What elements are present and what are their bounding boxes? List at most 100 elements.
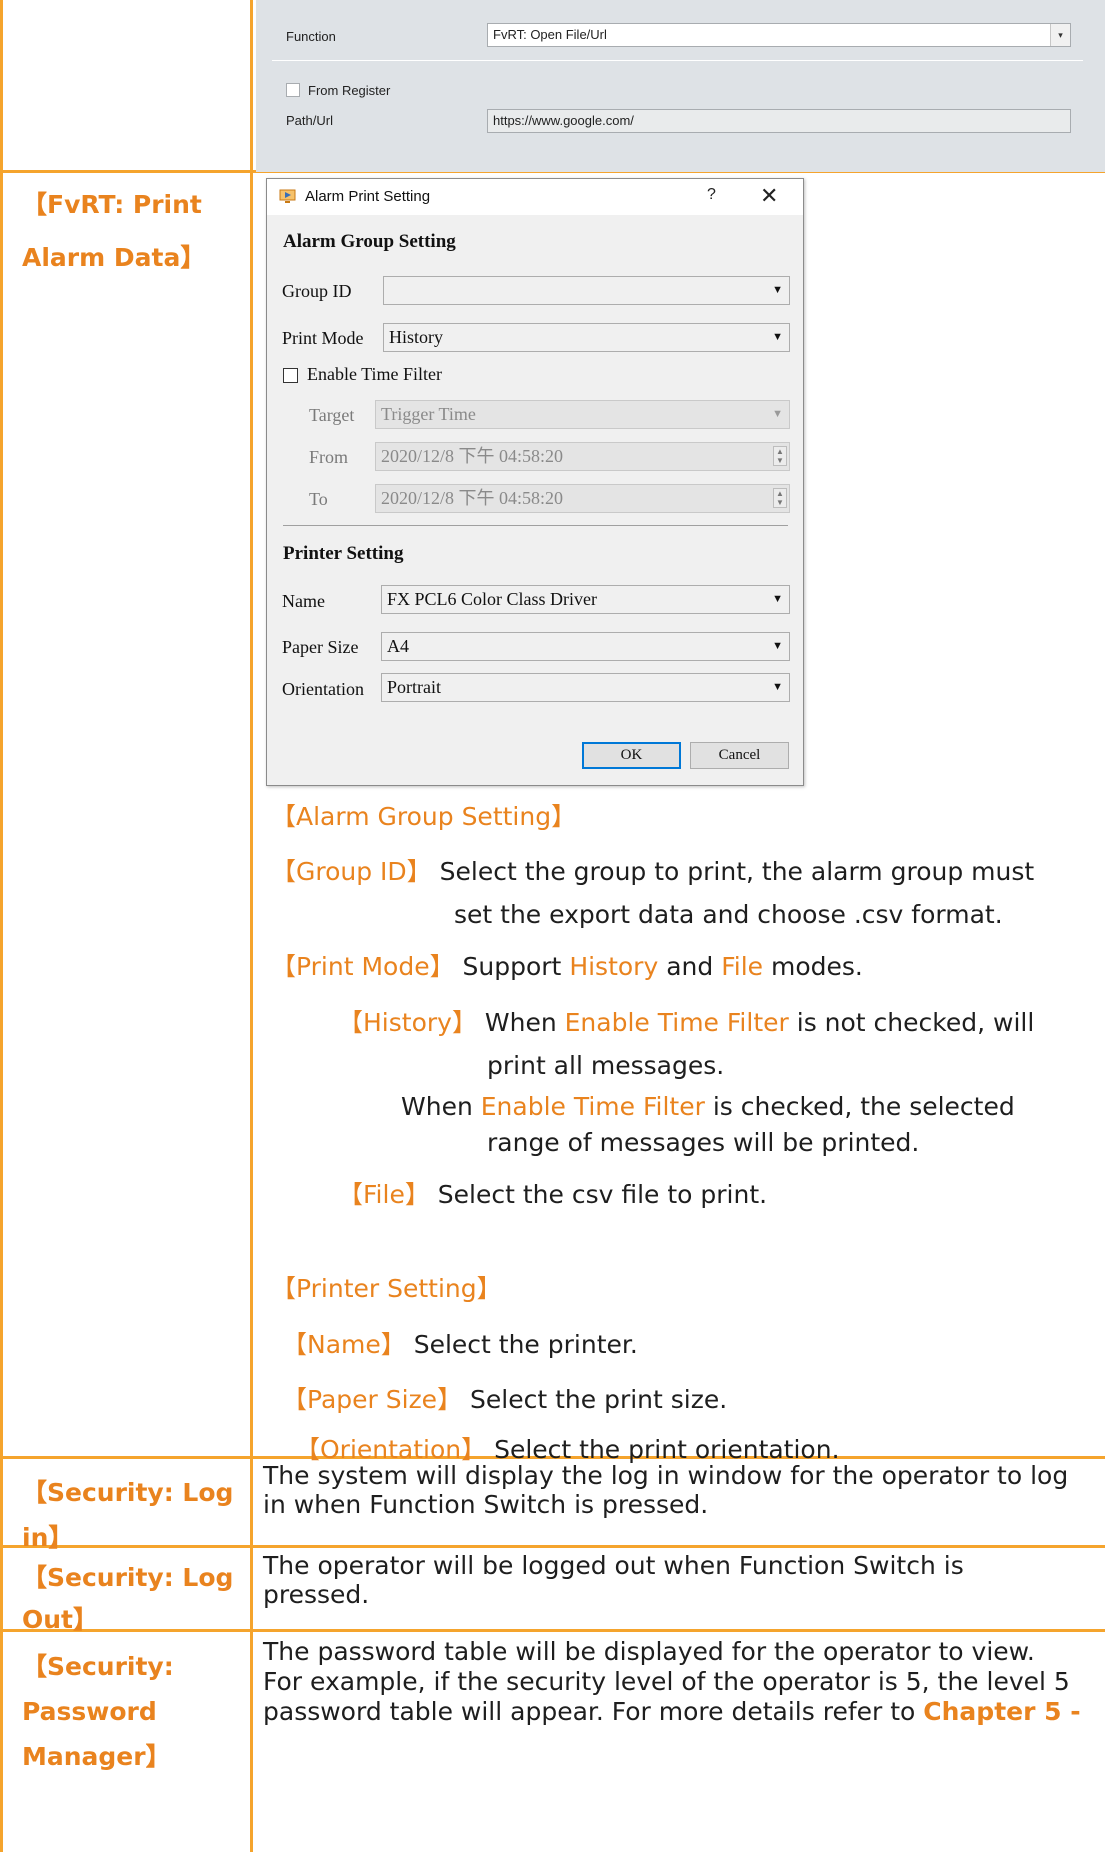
explanation-text: is not checked, will (788, 1008, 1035, 1037)
explanation-text: When (476, 1008, 565, 1037)
row-label-line: 【Security: (22, 1652, 174, 1681)
orientation-select[interactable]: Portrait ▼ (381, 673, 790, 702)
term-history: 【History】 (338, 1008, 477, 1037)
spinner-icon[interactable]: ▲ ▼ (773, 488, 787, 508)
to-label: To (309, 489, 328, 509)
to-value: 2020/12/8 下午 04:58:20 (381, 488, 564, 508)
desc-line-text: password table will appear. For more det… (263, 1697, 924, 1726)
row-desc-security-login: The system will display the log in windo… (263, 1461, 1068, 1519)
row-label-print-alarm: 【FvRT: Print Alarm Data】 (22, 182, 205, 280)
term-file: 【File】 (338, 1180, 430, 1209)
spinner-icon[interactable]: ▲ ▼ (773, 446, 787, 466)
dialog-titlebar: Alarm Print Setting ? ✕ (267, 179, 803, 215)
row-label-line: in】 (22, 1523, 74, 1552)
path-label: Path/Url (286, 113, 333, 128)
target-value: Trigger Time (381, 404, 476, 424)
paper-size-select[interactable]: A4 ▼ (381, 632, 790, 661)
printer-name-label: Name (282, 591, 325, 611)
explanation-text: Select the print size. (462, 1385, 728, 1414)
group-id-explanation-line2: set the export data and choose .csv form… (454, 900, 1003, 929)
enable-time-filter-checkbox[interactable] (283, 368, 298, 383)
term-file: File (721, 952, 764, 981)
term-enable-time-filter: Enable Time Filter (564, 1008, 789, 1037)
explanation-text: and (658, 952, 722, 981)
row-label-line: 【Security: Log (22, 1563, 234, 1592)
paper-size-value: A4 (387, 636, 409, 656)
desc-line: For example, if the security level of th… (263, 1667, 1070, 1696)
row-label-line: Manager】 (22, 1742, 171, 1771)
term-history: History (569, 952, 659, 981)
orientation-explanation: 【Orientation】 Select the print orientati… (295, 1437, 840, 1462)
history-checked-explanation-line2: range of messages will be printed. (487, 1128, 920, 1157)
print-mode-select[interactable]: History ▼ (383, 323, 790, 352)
history-explanation: 【History】 When Enable Time Filter is not… (338, 1008, 1034, 1038)
function-label: Function (286, 29, 336, 44)
desc-line: The operator will be logged out when Fun… (263, 1551, 964, 1580)
desc-line: password table will appear. For more det… (263, 1697, 1081, 1727)
alarm-group-setting-heading: Alarm Group Setting (283, 231, 456, 252)
from-register-checkbox[interactable] (286, 83, 300, 97)
dialog-title: Alarm Print Setting (305, 188, 431, 205)
row-label-line: Alarm Data】 (22, 243, 206, 272)
printer-setting-title: 【Printer Setting】 (271, 1274, 502, 1303)
term-name: 【Name】 (282, 1330, 406, 1359)
row-label-line: Password (22, 1697, 157, 1726)
explanation-text: is checked, the selected (704, 1092, 1015, 1121)
name-explanation: 【Name】 Select the printer. (282, 1330, 638, 1360)
function-value: FvRT: Open File/Url (493, 27, 607, 42)
table-column-divider (250, 0, 253, 1852)
print-mode-value: History (389, 327, 443, 347)
chevron-down-icon: ▼ (772, 284, 783, 296)
explanation-text: Select the group to print, the alarm gro… (431, 857, 1035, 886)
explanation-text: Select the printer. (405, 1330, 638, 1359)
chapter-link[interactable]: Chapter 5 - (923, 1697, 1080, 1726)
path-url-input[interactable]: https://www.google.com/ (487, 109, 1071, 133)
orientation-label: Orientation (282, 679, 364, 699)
from-register-label: From Register (308, 83, 391, 98)
chevron-down-icon: ▼ (772, 681, 783, 693)
row-label-line: 【Security: Log (22, 1478, 234, 1507)
desc-line: pressed. (263, 1580, 370, 1609)
print-mode-label: Print Mode (282, 328, 364, 348)
desc-line: The system will display the log in windo… (263, 1461, 1069, 1490)
print-mode-explanation: 【Print Mode】 Support History and File mo… (271, 952, 863, 982)
desc-line: The password table will be displayed for… (263, 1637, 1035, 1666)
function-dropdown[interactable]: FvRT: Open File/Url ▾ (487, 23, 1071, 47)
chevron-down-icon: ▼ (772, 408, 783, 420)
explanation-text: Select the print orientation. (486, 1435, 840, 1464)
printer-setting-heading: Printer Setting (283, 543, 404, 564)
term-print-mode: 【Print Mode】 (271, 952, 455, 981)
from-datetime-input[interactable]: 2020/12/8 下午 04:58:20 ▲ ▼ (375, 442, 790, 471)
alarm-print-setting-dialog: Alarm Print Setting ? ✕ Alarm Group Sett… (266, 178, 804, 786)
help-button[interactable]: ? (707, 186, 716, 204)
cancel-button[interactable]: Cancel (690, 742, 789, 769)
target-label: Target (309, 405, 355, 425)
section-divider (283, 525, 788, 526)
term-orientation: 【Orientation】 (295, 1435, 487, 1464)
close-icon[interactable]: ✕ (760, 183, 778, 209)
paper-size-label: Paper Size (282, 637, 359, 657)
row-label-security-logout: 【Security: Log Out】 (22, 1557, 233, 1641)
from-label: From (309, 447, 349, 467)
chevron-down-icon[interactable]: ▾ (1050, 24, 1070, 46)
from-value: 2020/12/8 下午 04:58:20 (381, 446, 564, 466)
alarm-group-setting-title: 【Alarm Group Setting】 (271, 802, 577, 831)
paper-size-explanation: 【Paper Size】 Select the print size. (282, 1385, 727, 1415)
file-explanation: 【File】 Select the csv file to print. (338, 1180, 767, 1210)
explanation-text: Support (454, 952, 570, 981)
printer-name-value: FX PCL6 Color Class Driver (387, 589, 598, 609)
enable-time-filter-label: Enable Time Filter (307, 364, 442, 384)
group-id-select[interactable]: ▼ (383, 276, 790, 305)
path-url-value: https://www.google.com/ (493, 113, 634, 128)
history-explanation-line2: print all messages. (487, 1051, 725, 1080)
row-desc-security-logout: The operator will be logged out when Fun… (263, 1551, 964, 1609)
ok-button[interactable]: OK (582, 742, 681, 769)
to-datetime-input[interactable]: 2020/12/8 下午 04:58:20 ▲ ▼ (375, 484, 790, 513)
row-label-line: Out】 (22, 1605, 99, 1634)
app-icon (279, 189, 296, 203)
function-panel: Function FvRT: Open File/Url ▾ From Regi… (256, 0, 1105, 172)
target-select[interactable]: Trigger Time ▼ (375, 400, 790, 429)
orientation-value: Portrait (387, 677, 441, 697)
chevron-down-icon: ▼ (772, 593, 783, 605)
printer-name-select[interactable]: FX PCL6 Color Class Driver ▼ (381, 585, 790, 614)
